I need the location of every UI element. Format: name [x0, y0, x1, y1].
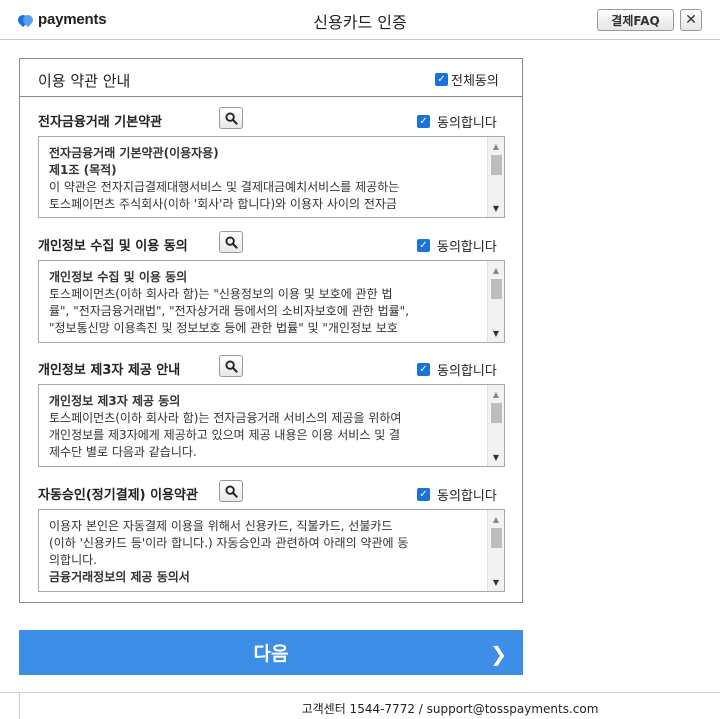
terms-section-header: 개인정보 수집 및 이용 동의 ✓ 동의합니다	[20, 228, 522, 258]
terms-section-header: 개인정보 제3자 제공 안내 ✓ 동의합니다	[20, 352, 522, 382]
view-terms-button[interactable]	[219, 480, 243, 502]
terms-textbox[interactable]: 개인정보 수집 및 이용 동의토스페이먼츠(이하 회사라 함)는 "신용정보의 …	[38, 260, 505, 343]
terms-heading: 개인정보 제3자 제공 동의	[49, 394, 181, 408]
view-terms-button[interactable]	[219, 355, 243, 377]
checkbox-checked-icon: ✓	[417, 488, 430, 501]
terms-text: 전자금융거래 기본약관(이용자용) 제1조 (목적) 이 약관은 전자지급결제대행서…	[49, 145, 479, 213]
terms-title: 이용 약관 안내	[38, 72, 131, 90]
scroll-up-arrow-icon[interactable]: ▲	[488, 139, 504, 153]
magnifier-icon	[224, 359, 238, 373]
agree-checkbox[interactable]: ✓ 동의합니다	[417, 485, 497, 504]
payment-window: payments 신용카드 인증 결제FAQ ✕ 이용 약관 안내 ✓ 전체동의…	[0, 0, 720, 719]
terms-body: 토스페이먼츠(이하 회사라 함)는 "신용정보의 이용 및 보호에 관한 법 률…	[49, 287, 410, 335]
checkbox-checked-icon: ✓	[417, 115, 430, 128]
scroll-up-arrow-icon[interactable]: ▲	[488, 387, 504, 401]
scroll-thumb[interactable]	[491, 279, 502, 299]
section-title: 개인정보 제3자 제공 안내	[38, 363, 181, 378]
terms-section-header: 자동승인(정기결제) 이용약관 ✓ 동의합니다	[20, 477, 522, 507]
agree-checkbox[interactable]: ✓ 동의합니다	[417, 236, 497, 255]
terms-subheading: 제1조 (목적)	[49, 163, 117, 177]
scrollbar[interactable]: ▲ ▼	[487, 510, 504, 591]
terms-panel: 이용 약관 안내 ✓ 전체동의 전자금융거래 기본약관 ✓ 동의합니다 전자금융…	[19, 58, 523, 603]
scroll-down-arrow-icon[interactable]: ▼	[488, 575, 504, 589]
chevron-right-icon: ❯	[490, 642, 507, 666]
agree-checkbox[interactable]: ✓ 동의합니다	[417, 112, 497, 131]
logo-text: payments	[38, 11, 107, 28]
section-title: 개인정보 수집 및 이용 동의	[38, 239, 188, 254]
terms-text: 이용자 본인은 자동결제 이용을 위해서 신용카드, 직불카드, 선불카드 (이…	[49, 518, 479, 586]
agree-label: 동의합니다	[437, 116, 497, 131]
section-title: 자동승인(정기결제) 이용약관	[38, 488, 198, 503]
scroll-down-arrow-icon[interactable]: ▼	[488, 450, 504, 464]
scroll-up-arrow-icon[interactable]: ▲	[488, 512, 504, 526]
checkbox-checked-icon: ✓	[435, 73, 448, 86]
agree-all-checkbox[interactable]: ✓ 전체동의	[435, 70, 499, 89]
terms-section-header: 전자금융거래 기본약관 ✓ 동의합니다	[20, 104, 522, 134]
scrollbar[interactable]: ▲ ▼	[487, 385, 504, 466]
terms-textbox[interactable]: 전자금융거래 기본약관(이용자용) 제1조 (목적) 이 약관은 전자지급결제대행서…	[38, 136, 505, 218]
scrollbar[interactable]: ▲ ▼	[487, 261, 504, 342]
toss-payments-logo: payments	[15, 11, 107, 28]
terms-body: 이용자 본인은 자동결제 이용을 위해서 신용카드, 직불카드, 선불카드 (이…	[49, 519, 409, 567]
agree-label: 동의합니다	[437, 240, 497, 255]
footer: 고객센터 1544-7772 / support@tosspayments.co…	[0, 700, 720, 717]
view-terms-button[interactable]	[219, 231, 243, 253]
footer-divider	[0, 692, 720, 693]
terms-body: 토스페이먼츠(이하 회사라 함)는 전자금융거래 서비스의 제공을 위하여 개인…	[49, 411, 402, 459]
scroll-thumb[interactable]	[491, 155, 502, 175]
checkbox-checked-icon: ✓	[417, 239, 430, 252]
close-button[interactable]: ✕	[680, 9, 702, 31]
customer-center-text: 고객센터 1544-7772 / support@tosspayments.co…	[301, 702, 599, 716]
scroll-up-arrow-icon[interactable]: ▲	[488, 263, 504, 277]
checkbox-checked-icon: ✓	[417, 363, 430, 376]
magnifier-icon	[224, 484, 238, 498]
header-bar: payments 신용카드 인증 결제FAQ ✕	[0, 0, 720, 40]
terms-heading: 개인정보 수집 및 이용 동의	[49, 270, 188, 284]
terms-textbox[interactable]: 이용자 본인은 자동결제 이용을 위해서 신용카드, 직불카드, 선불카드 (이…	[38, 509, 505, 592]
scroll-down-arrow-icon[interactable]: ▼	[488, 326, 504, 340]
terms-textbox[interactable]: 개인정보 제3자 제공 동의토스페이먼츠(이하 회사라 함)는 전자금융거래 서…	[38, 384, 505, 467]
scroll-down-arrow-icon[interactable]: ▼	[488, 201, 504, 215]
scroll-thumb[interactable]	[491, 528, 502, 548]
terms-subheading: 금융거래정보의 제공 동의서	[49, 570, 190, 584]
agree-all-label: 전체동의	[451, 74, 499, 89]
next-button-label: 다음	[253, 643, 289, 665]
next-button[interactable]: 다음 ❯	[19, 630, 523, 675]
section-title: 전자금융거래 기본약관	[38, 115, 163, 130]
faq-button[interactable]: 결제FAQ	[597, 9, 674, 31]
agree-label: 동의합니다	[437, 489, 497, 504]
view-terms-button[interactable]	[219, 107, 243, 129]
agree-label: 동의합니다	[437, 364, 497, 379]
scrollbar[interactable]: ▲ ▼	[487, 137, 504, 217]
scroll-thumb[interactable]	[491, 403, 502, 423]
agree-checkbox[interactable]: ✓ 동의합니다	[417, 360, 497, 379]
terms-heading: 전자금융거래 기본약관(이용자용)	[49, 146, 219, 160]
terms-panel-header: 이용 약관 안내 ✓ 전체동의	[20, 59, 522, 97]
terms-text: 개인정보 제3자 제공 동의토스페이먼츠(이하 회사라 함)는 전자금융거래 서…	[49, 393, 479, 461]
magnifier-icon	[224, 235, 238, 249]
terms-text: 개인정보 수집 및 이용 동의토스페이먼츠(이하 회사라 함)는 "신용정보의 …	[49, 269, 479, 337]
terms-body: 이 약관은 전자지급결제대행서비스 및 결제대금예치서비스를 제공하는 토스페이…	[49, 180, 400, 211]
logo-icon	[15, 12, 36, 28]
magnifier-icon	[224, 111, 238, 125]
